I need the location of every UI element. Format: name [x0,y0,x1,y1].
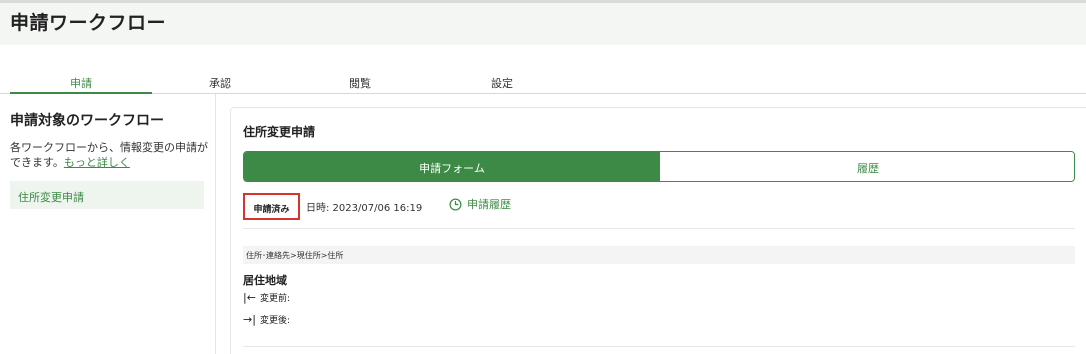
sidebar-description: 各ワークフローから、情報変更の申請ができます。もっと詳しく [10,140,210,170]
history-button[interactable]: 履歴 [660,152,1074,181]
after-change-field: →| 変更後: [243,313,290,326]
application-form-button[interactable]: 申請フォーム [244,152,660,181]
sidebar: 申請対象のワークフロー 各ワークフローから、情報変更の申請ができます。もっと詳し… [0,94,216,354]
application-history-link[interactable]: 申請履歴 [449,196,511,212]
after-change-label: 変更後: [259,316,290,326]
after-arrow-icon: →| [243,313,256,326]
sidebar-item-address-change[interactable]: 住所変更申請 [10,181,204,209]
breadcrumb: 住所･連絡先>現住所>住所 [243,246,1075,264]
tab-view[interactable]: 閲覧 [330,75,390,94]
tab-approve[interactable]: 承認 [190,75,250,94]
panel-title: 住所変更申請 [243,125,316,139]
view-toggle: 申請フォーム 履歴 [243,151,1075,182]
page-title: 申請ワークフロー [10,12,167,34]
main-tabs: 申請 承認 閲覧 設定 [0,73,1086,94]
divider [243,346,1075,347]
before-change-label: 変更前: [259,294,290,304]
more-details-link[interactable]: もっと詳しく [64,156,130,169]
status-row: 申請済み 日時: 2023/07/06 16:19 申請履歴 [243,193,1075,229]
application-panel: 住所変更申請 申請フォーム 履歴 申請済み 日時: 2023/07/06 16:… [230,107,1086,354]
sidebar-heading: 申請対象のワークフロー [10,113,164,129]
tab-apply[interactable]: 申請 [10,75,152,94]
before-change-field: |← 変更前: [243,291,290,304]
before-arrow-icon: |← [243,291,256,304]
status-badge: 申請済み [243,193,300,220]
tab-settings[interactable]: 設定 [472,75,532,94]
section-title: 居住地域 [243,274,287,287]
submitted-datetime: 日時: 2023/07/06 16:19 [306,203,423,214]
clock-icon [449,198,462,211]
page-header: 申請ワークフロー [0,3,1086,45]
application-history-label: 申請履歴 [467,198,511,211]
